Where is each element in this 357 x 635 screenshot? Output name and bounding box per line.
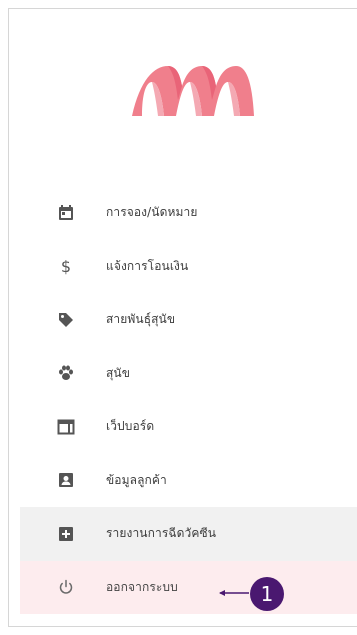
menu-item-label: แจ้งการโอนเงิน xyxy=(106,258,189,273)
menu-item-label: สุนัข xyxy=(106,365,131,380)
menu-item-label: รายงานการฉีดวัคซีน xyxy=(106,526,217,541)
dashboard-icon xyxy=(54,415,78,439)
menu-item-logout[interactable]: ออกจากระบบ xyxy=(20,560,357,614)
svg-text:$: $ xyxy=(61,257,71,275)
menu-item-label: การจอง/นัดหมาย xyxy=(106,205,198,220)
paw-icon xyxy=(54,361,78,385)
dollar-icon: $ xyxy=(54,254,78,278)
menu-item-bookings[interactable]: การจอง/นัดหมาย xyxy=(20,186,357,240)
menu-item-customers[interactable]: ข้อมูลลูกค้า xyxy=(20,454,357,508)
menu-item-webboard[interactable]: เว็ปบอร์ด xyxy=(20,400,357,454)
menu-item-payment[interactable]: $ แจ้งการโอนเงิน xyxy=(20,240,357,294)
brand-logo xyxy=(132,66,254,116)
menu-item-dogs[interactable]: สุนัข xyxy=(20,347,357,401)
menu-item-breeds[interactable]: สายพันธุ์สุนัข xyxy=(20,293,357,347)
calendar-icon xyxy=(54,201,78,225)
menu-item-label: ข้อมูลลูกค้า xyxy=(106,472,167,487)
menu-item-vaccine-report[interactable]: รายงานการฉีดวัคซีน xyxy=(20,507,357,561)
annotation-badge: 1 xyxy=(250,577,284,611)
menu-item-label: ออกจากระบบ xyxy=(106,579,178,594)
contact-icon xyxy=(54,468,78,492)
screenshot-frame: การจอง/นัดหมาย $ แจ้งการโอนเงิน สายพันธุ… xyxy=(0,0,357,635)
tag-icon xyxy=(54,308,78,332)
power-icon xyxy=(54,575,78,599)
menu-item-label: สายพันธุ์สุนัข xyxy=(106,312,176,327)
navigation-menu: การจอง/นัดหมาย $ แจ้งการโอนเงิน สายพันธุ… xyxy=(20,186,357,614)
plus-box-icon xyxy=(54,522,78,546)
menu-item-label: เว็ปบอร์ด xyxy=(106,419,155,434)
